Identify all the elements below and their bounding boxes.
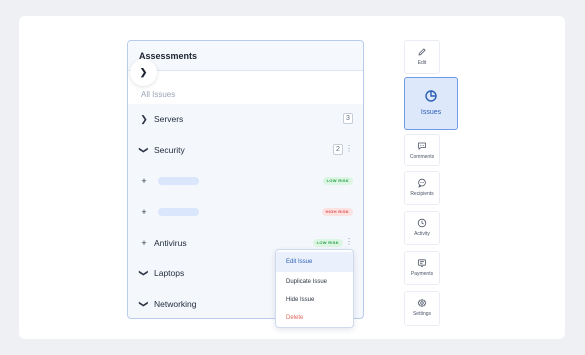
pencil-icon: [418, 48, 426, 56]
low-risk-badge: LOW RISK: [322, 177, 353, 185]
low-risk-badge: LOW RISK: [312, 239, 343, 247]
chat-dots-icon: [418, 178, 426, 188]
count-badge: 2: [333, 144, 343, 155]
chevron-right-icon[interactable]: ❯: [139, 114, 149, 124]
side-button-label: Comments: [409, 154, 435, 160]
side-button-label: Payments: [410, 271, 434, 277]
side-button-label: Issues: [420, 109, 442, 116]
tree-row-placeholder[interactable]: + LOW RISK: [128, 166, 363, 196]
more-options-icon[interactable]: ⋮: [345, 144, 353, 154]
clock-icon: [417, 218, 427, 228]
side-button-payments[interactable]: Payments: [404, 251, 440, 285]
row-label: Networking: [154, 299, 197, 309]
plus-icon[interactable]: +: [139, 207, 149, 217]
tree-row-security[interactable]: ❯ Security 2 ⋮: [128, 135, 363, 165]
side-button-edit[interactable]: Edit: [404, 40, 440, 74]
chevron-right-icon: ❯: [139, 67, 148, 77]
high-risk-badge: HIGH RISK: [321, 208, 353, 216]
tree-row-servers[interactable]: ❯ Servers 3: [128, 104, 363, 134]
subhead-band: [128, 71, 363, 104]
side-button-label: Activity: [414, 231, 430, 237]
placeholder-pill: [158, 208, 199, 216]
side-button-label: Recipients: [410, 191, 434, 197]
receipt-icon: [418, 259, 426, 267]
side-button-comments[interactable]: Comments: [404, 134, 440, 166]
side-button-settings[interactable]: Settings: [404, 291, 440, 326]
all-issues-heading: All Issues: [141, 90, 176, 99]
menu-item-duplicate-issue[interactable]: Duplicate Issue: [276, 272, 353, 292]
side-button-label: Settings: [412, 311, 432, 317]
placeholder-pill: [158, 177, 199, 185]
pie-chart-icon: [425, 90, 437, 102]
row-label: Servers: [154, 114, 184, 124]
side-button-issues[interactable]: Issues: [404, 77, 458, 130]
menu-item-delete[interactable]: Delete: [276, 308, 353, 327]
expand-button[interactable]: ❯: [130, 59, 157, 86]
row-label: Laptops: [154, 268, 185, 278]
more-options-icon[interactable]: ⋮: [345, 237, 353, 247]
side-button-label: Edit: [417, 60, 427, 66]
context-menu: Edit Issue Duplicate Issue Hide Issue De…: [275, 249, 354, 328]
menu-item-hide-issue[interactable]: Hide Issue: [276, 290, 353, 310]
chevron-down-icon[interactable]: ❯: [139, 299, 149, 309]
row-label: Security: [154, 145, 185, 155]
menu-item-edit-issue[interactable]: Edit Issue: [276, 252, 353, 272]
chat-icon: [418, 142, 426, 150]
plus-icon[interactable]: +: [139, 176, 149, 186]
side-button-activity[interactable]: Activity: [404, 211, 440, 245]
panel-title: Assessments: [128, 41, 363, 71]
chevron-down-icon[interactable]: ❯: [139, 268, 149, 278]
count-badge: 3: [343, 113, 353, 124]
gear-icon: [417, 298, 427, 308]
plus-icon[interactable]: +: [139, 238, 149, 248]
chevron-down-icon[interactable]: ❯: [139, 145, 149, 155]
row-label: Antivirus: [154, 238, 187, 248]
tree-row-placeholder[interactable]: + HIGH RISK: [128, 197, 363, 227]
side-button-recipients[interactable]: Recipients: [404, 171, 440, 205]
